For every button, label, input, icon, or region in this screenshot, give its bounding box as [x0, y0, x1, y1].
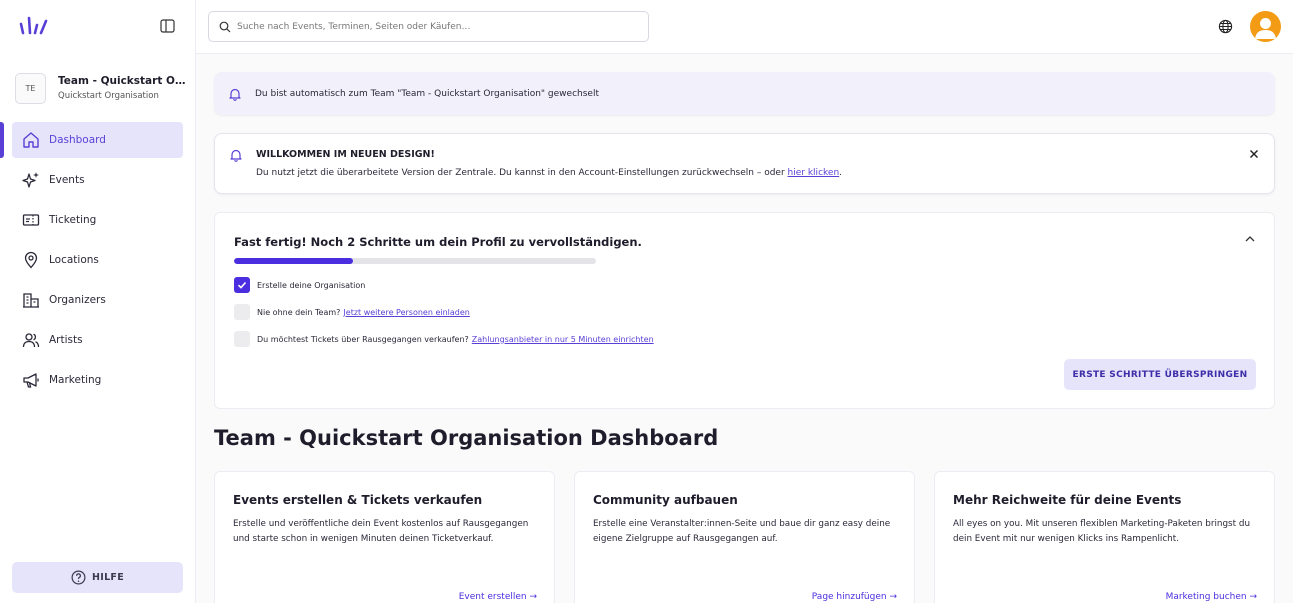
- feature-card-community: Community aufbauen Erstelle eine Veranst…: [574, 471, 915, 603]
- sidebar-item-marketing[interactable]: Marketing: [0, 362, 196, 398]
- sidebar-toggle-icon[interactable]: [160, 19, 175, 33]
- close-icon[interactable]: [1249, 149, 1259, 159]
- sidebar-item-label: Dashboard: [49, 134, 106, 146]
- feature-card-events: Events erstellen & Tickets verkaufen Ers…: [214, 471, 555, 603]
- welcome-body: Du nutzt jetzt die überarbeitete Version…: [256, 168, 785, 178]
- step-text: Du möchtest Tickets über Rausgegangen ve…: [257, 334, 469, 344]
- sidebar-item-label: Events: [49, 174, 85, 186]
- skip-onboarding-button[interactable]: ERSTE SCHRITTE ÜBERSPRINGEN: [1064, 359, 1256, 390]
- onboarding-card: Fast fertig! Noch 2 Schritte um dein Pro…: [214, 212, 1275, 409]
- topbar: [196, 0, 1293, 54]
- progress-bar-fill: [234, 258, 354, 264]
- add-page-link[interactable]: Page hinzufügen →: [812, 592, 897, 602]
- sparkles-icon: [22, 171, 40, 189]
- bell-icon: [229, 88, 241, 101]
- step-text: Erstelle deine Organisation: [257, 280, 366, 290]
- welcome-banner: WILLKOMMEN IM NEUEN DESIGN! Du nutzt jet…: [214, 133, 1275, 194]
- book-marketing-link[interactable]: Marketing buchen →: [1166, 592, 1257, 602]
- sidebar-item-dashboard[interactable]: Dashboard: [0, 122, 183, 158]
- onboarding-title: Fast fertig! Noch 2 Schritte um dein Pro…: [234, 235, 642, 249]
- sidebar-item-events[interactable]: Events: [0, 162, 196, 198]
- invite-people-link[interactable]: Jetzt weitere Personen einladen: [343, 308, 469, 317]
- team-switch-notice: Du bist automatisch zum Team "Team - Qui…: [214, 72, 1275, 115]
- brand-logo-icon[interactable]: [18, 16, 50, 36]
- team-avatar: TE: [15, 72, 46, 104]
- payment-setup-link[interactable]: Zahlungsanbieter in nur 5 Minuten einric…: [472, 335, 654, 344]
- notice-text: Du bist automatisch zum Team "Team - Qui…: [255, 88, 599, 99]
- progress-bar: [234, 258, 596, 264]
- help-circle-icon: [71, 570, 86, 585]
- checkbox[interactable]: [234, 331, 250, 347]
- search-input[interactable]: [237, 21, 637, 32]
- sidebar-item-label: Organizers: [49, 294, 106, 306]
- feature-card-marketing: Mehr Reichweite für deine Events All eye…: [934, 471, 1275, 603]
- sidebar-item-label: Locations: [49, 254, 99, 266]
- checkbox[interactable]: [234, 277, 250, 293]
- team-name: Team - Quickstart Orga…: [58, 75, 185, 87]
- sidebar: TE Team - Quickstart Orga… Quickstart Or…: [0, 0, 196, 603]
- step-text: Nie ohne dein Team?: [257, 307, 341, 317]
- sidebar-item-organizers[interactable]: Organizers: [0, 282, 196, 318]
- card-text: Erstelle und veröffentliche dein Event k…: [233, 519, 529, 544]
- switch-back-link[interactable]: hier klicken: [788, 168, 840, 178]
- search-icon: [219, 21, 231, 32]
- search-box[interactable]: [208, 11, 649, 42]
- chevron-up-icon[interactable]: [1244, 234, 1256, 244]
- welcome-suffix: .: [839, 168, 843, 178]
- help-label: HILFE: [91, 572, 125, 583]
- welcome-text: Du nutzt jetzt die überarbeitete Version…: [256, 168, 842, 178]
- ticket-icon: [22, 211, 40, 229]
- users-icon: [22, 331, 40, 349]
- megaphone-icon: [22, 371, 40, 389]
- page-title: Team - Quickstart Organisation Dashboard: [214, 426, 719, 450]
- card-text: Erstelle eine Veranstalter:innen-Seite u…: [593, 519, 891, 544]
- sidebar-item-artists[interactable]: Artists: [0, 322, 196, 358]
- sidebar-item-ticketing[interactable]: Ticketing: [0, 202, 196, 238]
- team-subtitle: Quickstart Organisation: [58, 91, 159, 101]
- card-title: Mehr Reichweite für deine Events: [953, 493, 1182, 507]
- sidebar-item-label: Ticketing: [49, 214, 97, 226]
- sidebar-item-label: Marketing: [49, 374, 102, 386]
- bell-icon: [230, 149, 242, 162]
- sidebar-item-locations[interactable]: Locations: [0, 242, 196, 278]
- home-icon: [22, 131, 40, 149]
- card-title: Community aufbauen: [593, 493, 738, 507]
- step-item[interactable]: Erstelle deine Organisation: [234, 277, 365, 293]
- map-pin-icon: [22, 251, 40, 269]
- help-button[interactable]: HILFE: [12, 562, 183, 593]
- sidebar-item-label: Artists: [49, 334, 83, 346]
- buildings-icon: [22, 291, 40, 309]
- globe-icon[interactable]: [1218, 19, 1233, 34]
- checkbox[interactable]: [234, 304, 250, 320]
- step-item[interactable]: Du möchtest Tickets über Rausgegangen ve…: [234, 331, 654, 347]
- step-item[interactable]: Nie ohne dein Team? Jetzt weitere Person…: [234, 304, 470, 320]
- card-text: All eyes on you. Mit unseren flexiblen M…: [953, 519, 1251, 544]
- create-event-link[interactable]: Event erstellen →: [459, 592, 537, 602]
- welcome-title: WILLKOMMEN IM NEUEN DESIGN!: [256, 149, 435, 160]
- check-icon: [237, 281, 247, 289]
- user-avatar[interactable]: [1250, 11, 1281, 42]
- user-icon: [1255, 18, 1276, 39]
- team-switcher[interactable]: TE Team - Quickstart Orga… Quickstart Or…: [15, 72, 185, 104]
- sidebar-nav: Dashboard Events Ticketing Locations Org…: [0, 122, 196, 402]
- card-title: Events erstellen & Tickets verkaufen: [233, 493, 483, 507]
